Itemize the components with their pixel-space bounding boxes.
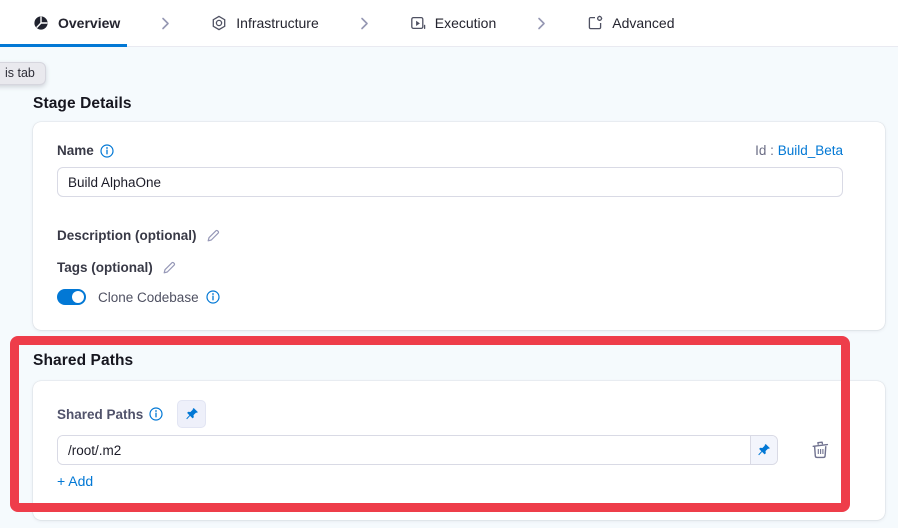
stage-details-card: Name Id : Build_Beta Description (option… bbox=[33, 122, 885, 330]
tab-label: Infrastructure bbox=[236, 15, 318, 31]
shared-paths-label: Shared Paths bbox=[57, 407, 163, 422]
tab-advanced[interactable]: Advanced bbox=[573, 0, 688, 46]
infrastructure-icon bbox=[211, 15, 227, 31]
description-row[interactable]: Description (optional) bbox=[57, 228, 221, 243]
chevron-right-icon bbox=[359, 17, 370, 30]
tab-execution[interactable]: Execution bbox=[396, 0, 510, 46]
shared-paths-heading: Shared Paths bbox=[33, 352, 133, 370]
advanced-icon bbox=[587, 15, 603, 31]
name-input-wrap bbox=[57, 167, 843, 197]
stage-id-link[interactable]: Build_Beta bbox=[778, 143, 843, 158]
tags-row[interactable]: Tags (optional) bbox=[57, 260, 177, 275]
tab-label: Overview bbox=[58, 15, 120, 31]
tab-label: Advanced bbox=[612, 15, 674, 31]
tab-overview[interactable]: Overview bbox=[19, 0, 134, 46]
add-path-button[interactable]: + Add bbox=[57, 473, 93, 489]
stage-name-input[interactable] bbox=[57, 167, 843, 197]
stage-details-heading: Stage Details bbox=[33, 95, 132, 113]
toggle-knob bbox=[72, 291, 84, 303]
stage-id: Id : Build_Beta bbox=[755, 143, 843, 158]
clone-codebase-toggle[interactable] bbox=[57, 289, 86, 305]
pin-all-button[interactable] bbox=[177, 400, 206, 428]
tab-infrastructure[interactable]: Infrastructure bbox=[197, 0, 332, 46]
pencil-icon[interactable] bbox=[206, 228, 221, 243]
chevron-right-icon bbox=[160, 17, 171, 30]
clone-codebase-row: Clone Codebase bbox=[57, 289, 220, 305]
info-icon[interactable] bbox=[100, 144, 114, 158]
chevron-right-icon bbox=[536, 17, 547, 30]
shared-paths-card: Shared Paths + Add bbox=[33, 381, 885, 520]
tags-label: Tags (optional) bbox=[57, 260, 153, 275]
pencil-icon[interactable] bbox=[162, 260, 177, 275]
delete-path-button[interactable] bbox=[811, 440, 830, 460]
tooltip-text: is tab bbox=[5, 66, 35, 80]
stage-tab-bar: Overview Infrastructure Execution Advanc… bbox=[0, 0, 898, 47]
name-label: Name bbox=[57, 143, 114, 158]
shared-path-input-group bbox=[57, 435, 778, 465]
pin-icon bbox=[185, 407, 199, 421]
trash-icon bbox=[811, 440, 830, 460]
overview-icon bbox=[33, 15, 49, 31]
pin-field-button[interactable] bbox=[750, 436, 777, 464]
pin-icon bbox=[757, 443, 771, 457]
shared-path-input[interactable] bbox=[58, 436, 750, 464]
info-icon[interactable] bbox=[149, 407, 163, 421]
clone-codebase-label: Clone Codebase bbox=[98, 290, 220, 305]
tooltip-fragment: is tab bbox=[0, 62, 46, 85]
shared-path-row bbox=[57, 435, 830, 465]
info-icon[interactable] bbox=[206, 290, 220, 304]
name-row: Name Id : Build_Beta bbox=[57, 143, 843, 158]
description-label: Description (optional) bbox=[57, 228, 197, 243]
tab-label: Execution bbox=[435, 15, 496, 31]
shared-paths-label-row: Shared Paths bbox=[57, 400, 206, 428]
active-tab-underline bbox=[0, 44, 127, 47]
execution-icon bbox=[410, 15, 426, 31]
